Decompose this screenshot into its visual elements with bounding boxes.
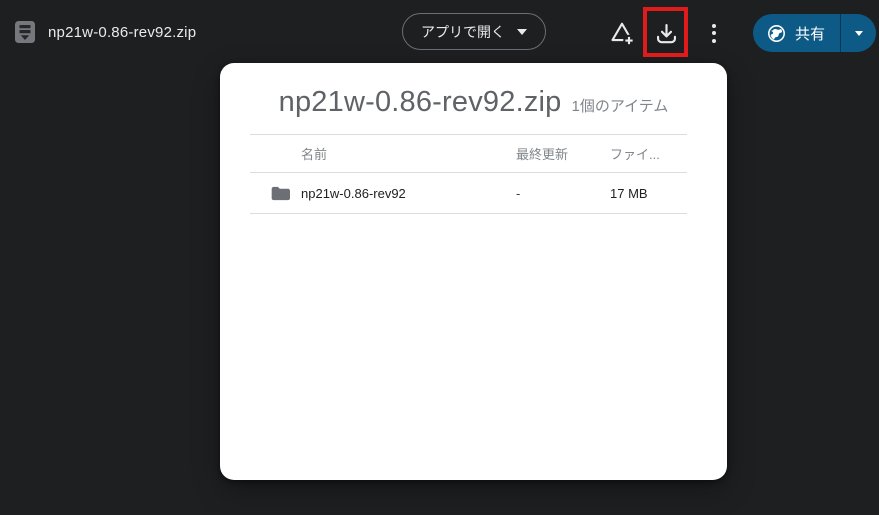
zip-file-icon <box>14 19 36 45</box>
open-with-app-button[interactable]: アプリで開く <box>402 13 546 50</box>
download-button[interactable] <box>648 17 684 49</box>
archive-item-count: 1個のアイテム <box>572 95 669 116</box>
more-options-button[interactable] <box>701 18 727 48</box>
archive-preview-card: np21w-0.86-rev92.zip 1個のアイテム 名前 最終更新 ファイ… <box>220 63 727 480</box>
column-header-modified: 最終更新 <box>515 144 610 163</box>
top-toolbar: np21w-0.86-rev92.zip アプリで開く <box>0 0 879 64</box>
file-info: np21w-0.86-rev92.zip <box>14 0 196 64</box>
open-with-label: アプリで開く <box>421 22 505 42</box>
share-button[interactable]: 共有 <box>753 14 840 52</box>
column-header-name: 名前 <box>250 144 515 163</box>
archive-title: np21w-0.86-rev92.zip <box>279 86 562 119</box>
row-modified: - <box>515 186 610 201</box>
table-row[interactable]: np21w-0.86-rev92 - 17 MB <box>250 173 687 214</box>
row-size: 17 MB <box>610 186 687 201</box>
share-split-button: 共有 <box>753 14 876 52</box>
add-shortcut-to-drive-button[interactable] <box>602 16 642 50</box>
table-header-row: 名前 最終更新 ファイ... <box>250 135 687 173</box>
more-options-icon <box>712 24 716 43</box>
share-label: 共有 <box>795 23 825 44</box>
chevron-down-icon <box>517 29 527 35</box>
archive-title-row: np21w-0.86-rev92.zip 1個のアイテム <box>220 63 727 134</box>
public-globe-icon <box>767 24 786 43</box>
add-shortcut-to-drive-icon <box>606 18 638 48</box>
file-title: np21w-0.86-rev92.zip <box>48 24 196 41</box>
download-icon <box>653 20 680 47</box>
chevron-down-icon <box>855 31 863 36</box>
row-folder-name: np21w-0.86-rev92 <box>301 186 406 201</box>
archive-contents-table: 名前 最終更新 ファイ... np21w-0.86-rev92 - 17 MB <box>250 134 687 214</box>
share-options-dropdown-button[interactable] <box>841 14 876 52</box>
column-header-size: ファイ... <box>610 144 687 163</box>
folder-icon <box>270 185 290 202</box>
